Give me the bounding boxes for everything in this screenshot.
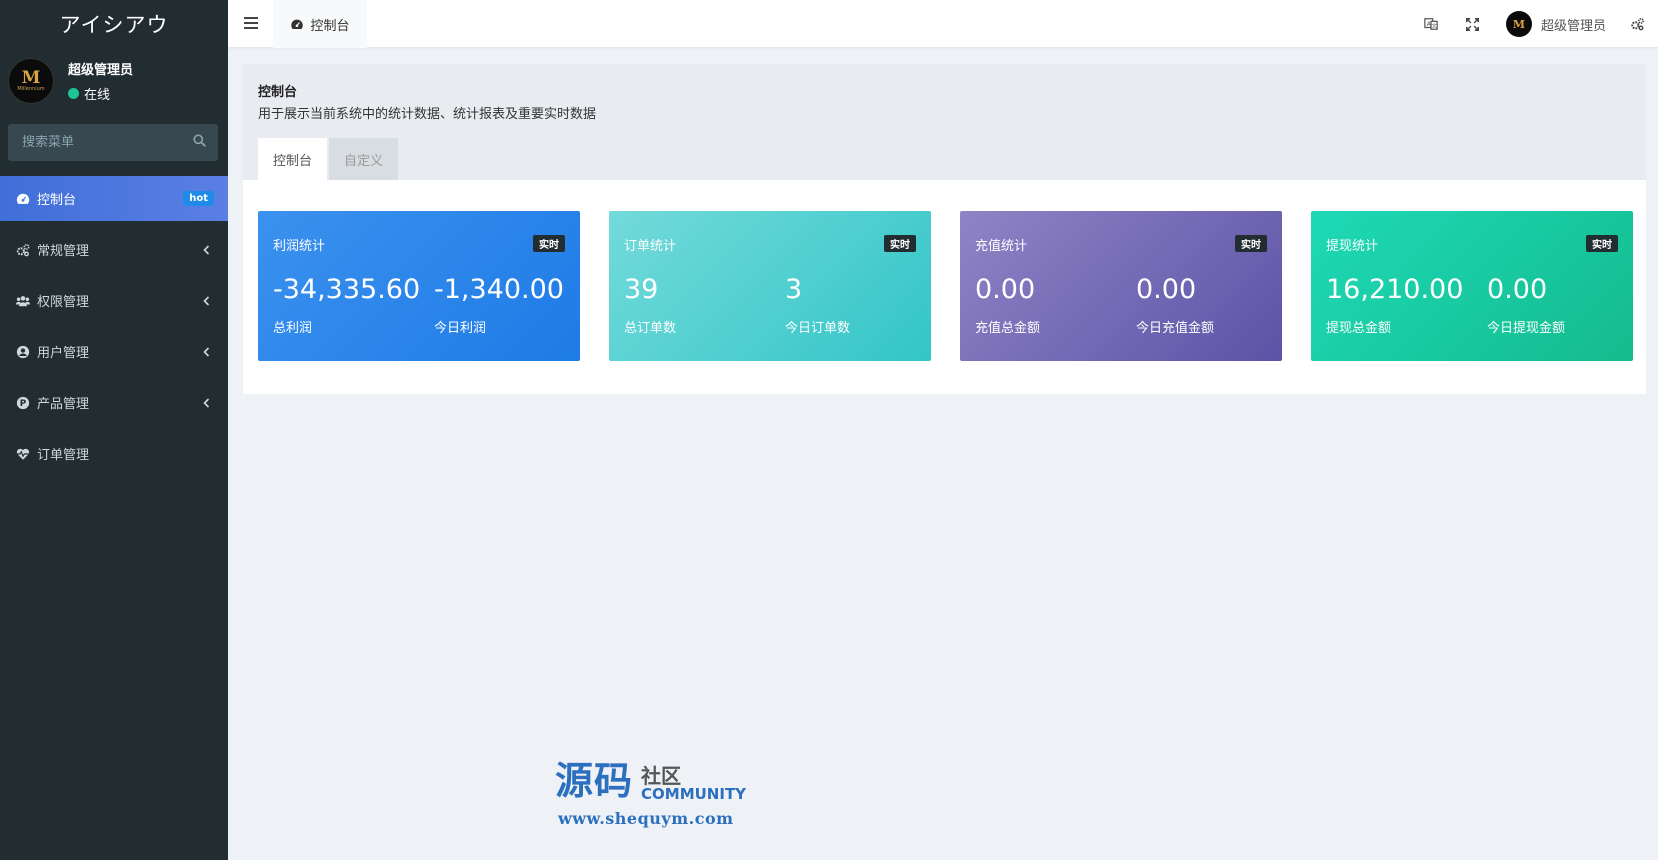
chevron-left-icon bbox=[203, 346, 210, 361]
avatar-logo-subtext: Millennium bbox=[17, 86, 45, 92]
realtime-badge: 实时 bbox=[1586, 235, 1618, 252]
card-value-total: -34,335.60 bbox=[273, 274, 421, 305]
chevron-left-icon bbox=[203, 397, 210, 412]
card-label-today: 今日充值金额 bbox=[1136, 321, 1215, 336]
user-status-label: 在线 bbox=[84, 88, 111, 103]
realtime-badge: 实时 bbox=[1235, 235, 1267, 252]
stat-card-profit: 利润统计 实时 -34,335.60 -1,340.00 总利润 今日利润 bbox=[258, 211, 580, 361]
watermark-url: www.shequym.com bbox=[558, 809, 734, 828]
card-value-total: 39 bbox=[624, 274, 659, 305]
user-status: 在线 bbox=[68, 84, 133, 103]
sidebar-item-orders[interactable]: 订单管理 bbox=[0, 431, 228, 476]
sidebar-item-label: 订单管理 bbox=[37, 448, 90, 463]
stat-card-orders: 订单统计 实时 39 3 总订单数 今日订单数 bbox=[609, 211, 931, 361]
sidebar-menu: 控制台 hot 常规管理 权限管理 用户管理 P 产品管理 订单管理 bbox=[0, 176, 228, 476]
realtime-badge: 实时 bbox=[884, 235, 916, 252]
watermark-main: 源码 bbox=[555, 758, 634, 803]
watermark: 源码 社区 COMMUNITY www.shequym.com bbox=[555, 750, 746, 828]
card-value-today: -1,340.00 bbox=[434, 274, 564, 305]
card-value-total: 0.00 bbox=[975, 274, 1036, 305]
sidebar-item-general[interactable]: 常规管理 bbox=[0, 227, 228, 272]
settings-cogs-icon[interactable] bbox=[1622, 0, 1652, 48]
card-title: 利润统计 bbox=[273, 239, 326, 254]
app-logo[interactable]: アイシアウ bbox=[0, 0, 228, 48]
sidebar-item-label: 控制台 bbox=[37, 193, 77, 208]
sidebar-item-dashboard[interactable]: 控制台 hot bbox=[0, 176, 228, 221]
user-circle-icon bbox=[16, 345, 30, 359]
card-label-total: 总订单数 bbox=[624, 321, 677, 336]
product-p-icon: P bbox=[16, 396, 30, 410]
card-label-today: 今日提现金额 bbox=[1487, 321, 1566, 336]
user-name: 超级管理员 bbox=[68, 63, 134, 78]
card-value-today: 0.00 bbox=[1136, 274, 1197, 305]
card-label-total: 提现总金额 bbox=[1326, 321, 1392, 336]
heartbeat-icon bbox=[16, 447, 30, 461]
card-title: 充值统计 bbox=[975, 239, 1028, 254]
sidebar-item-permissions[interactable]: 权限管理 bbox=[0, 278, 228, 323]
fullscreen-icon[interactable] bbox=[1452, 0, 1494, 48]
menu-search bbox=[8, 124, 218, 161]
cogs-icon bbox=[16, 243, 30, 257]
panel-tabs: 控制台 自定义 bbox=[258, 138, 400, 180]
card-value-total: 16,210.00 bbox=[1326, 274, 1464, 305]
watermark-side-top: 社区 bbox=[641, 764, 682, 788]
sidebar-item-label: 用户管理 bbox=[37, 346, 90, 361]
topbar-user-menu[interactable]: M 超级管理员 bbox=[1505, 11, 1606, 37]
chevron-left-icon bbox=[203, 244, 210, 259]
sidebar-item-label: 产品管理 bbox=[37, 397, 90, 412]
panel-heading: 控制台 用于展示当前系统中的统计数据、统计报表及重要实时数据 控制台 自定义 bbox=[243, 64, 1646, 180]
avatar: M bbox=[1505, 11, 1532, 37]
user-panel: M Millennium 超级管理员 在线 bbox=[0, 48, 228, 114]
chevron-left-icon bbox=[203, 295, 210, 310]
card-value-today: 3 bbox=[785, 274, 803, 305]
stat-card-withdraw: 提现统计 实时 16,210.00 0.00 提现总金额 今日提现金额 bbox=[1311, 211, 1633, 361]
avatar: M Millennium bbox=[8, 58, 54, 104]
tab-dashboard[interactable]: 控制台 bbox=[273, 0, 367, 48]
card-value-today: 0.00 bbox=[1487, 274, 1548, 305]
tab-dashboard-panel[interactable]: 控制台 bbox=[258, 138, 328, 180]
stat-card-recharge: 充值统计 实时 0.00 0.00 充值总金额 今日充值金额 bbox=[960, 211, 1282, 361]
card-title: 提现统计 bbox=[1326, 239, 1379, 254]
card-title: 订单统计 bbox=[624, 239, 677, 254]
watermark-side-bottom: COMMUNITY bbox=[641, 785, 747, 803]
topbar: 控制台 A文 M 超级管理员 bbox=[228, 0, 1658, 48]
sidebar-item-products[interactable]: P 产品管理 bbox=[0, 380, 228, 425]
sidebar: アイシアウ M Millennium 超级管理员 在线 控制台 hot bbox=[0, 0, 228, 860]
avatar-logo-text: M bbox=[21, 68, 41, 88]
group-icon bbox=[16, 294, 30, 308]
dashboard-icon bbox=[290, 18, 304, 31]
page-title: 控制台 bbox=[258, 85, 298, 100]
dashboard-icon bbox=[16, 192, 30, 206]
topbar-user-name: 超级管理员 bbox=[1540, 18, 1606, 34]
svg-text:P: P bbox=[20, 399, 27, 409]
page-description: 用于展示当前系统中的统计数据、统计报表及重要实时数据 bbox=[258, 107, 597, 122]
card-label-total: 充值总金额 bbox=[975, 321, 1041, 336]
realtime-badge: 实时 bbox=[533, 235, 565, 252]
menu-search-input[interactable] bbox=[22, 135, 182, 150]
translate-icon[interactable]: A文 bbox=[1410, 0, 1452, 48]
sidebar-item-label: 常规管理 bbox=[37, 244, 90, 259]
tab-dashboard-label: 控制台 bbox=[310, 18, 350, 34]
hot-badge: hot bbox=[183, 191, 214, 206]
online-dot-icon bbox=[68, 88, 79, 99]
svg-text:文: 文 bbox=[1431, 22, 1437, 30]
search-icon[interactable] bbox=[193, 134, 206, 151]
tab-custom[interactable]: 自定义 bbox=[329, 138, 399, 180]
card-label-total: 总利润 bbox=[273, 321, 313, 336]
hamburger-menu-icon[interactable] bbox=[244, 17, 258, 33]
card-label-today: 今日利润 bbox=[434, 321, 487, 336]
sidebar-item-label: 权限管理 bbox=[37, 295, 90, 310]
topbar-right: A文 M 超级管理员 bbox=[1410, 0, 1658, 48]
card-label-today: 今日订单数 bbox=[785, 321, 851, 336]
sidebar-item-users[interactable]: 用户管理 bbox=[0, 329, 228, 374]
panel-body: 利润统计 实时 -34,335.60 -1,340.00 总利润 今日利润 订单… bbox=[243, 180, 1646, 394]
